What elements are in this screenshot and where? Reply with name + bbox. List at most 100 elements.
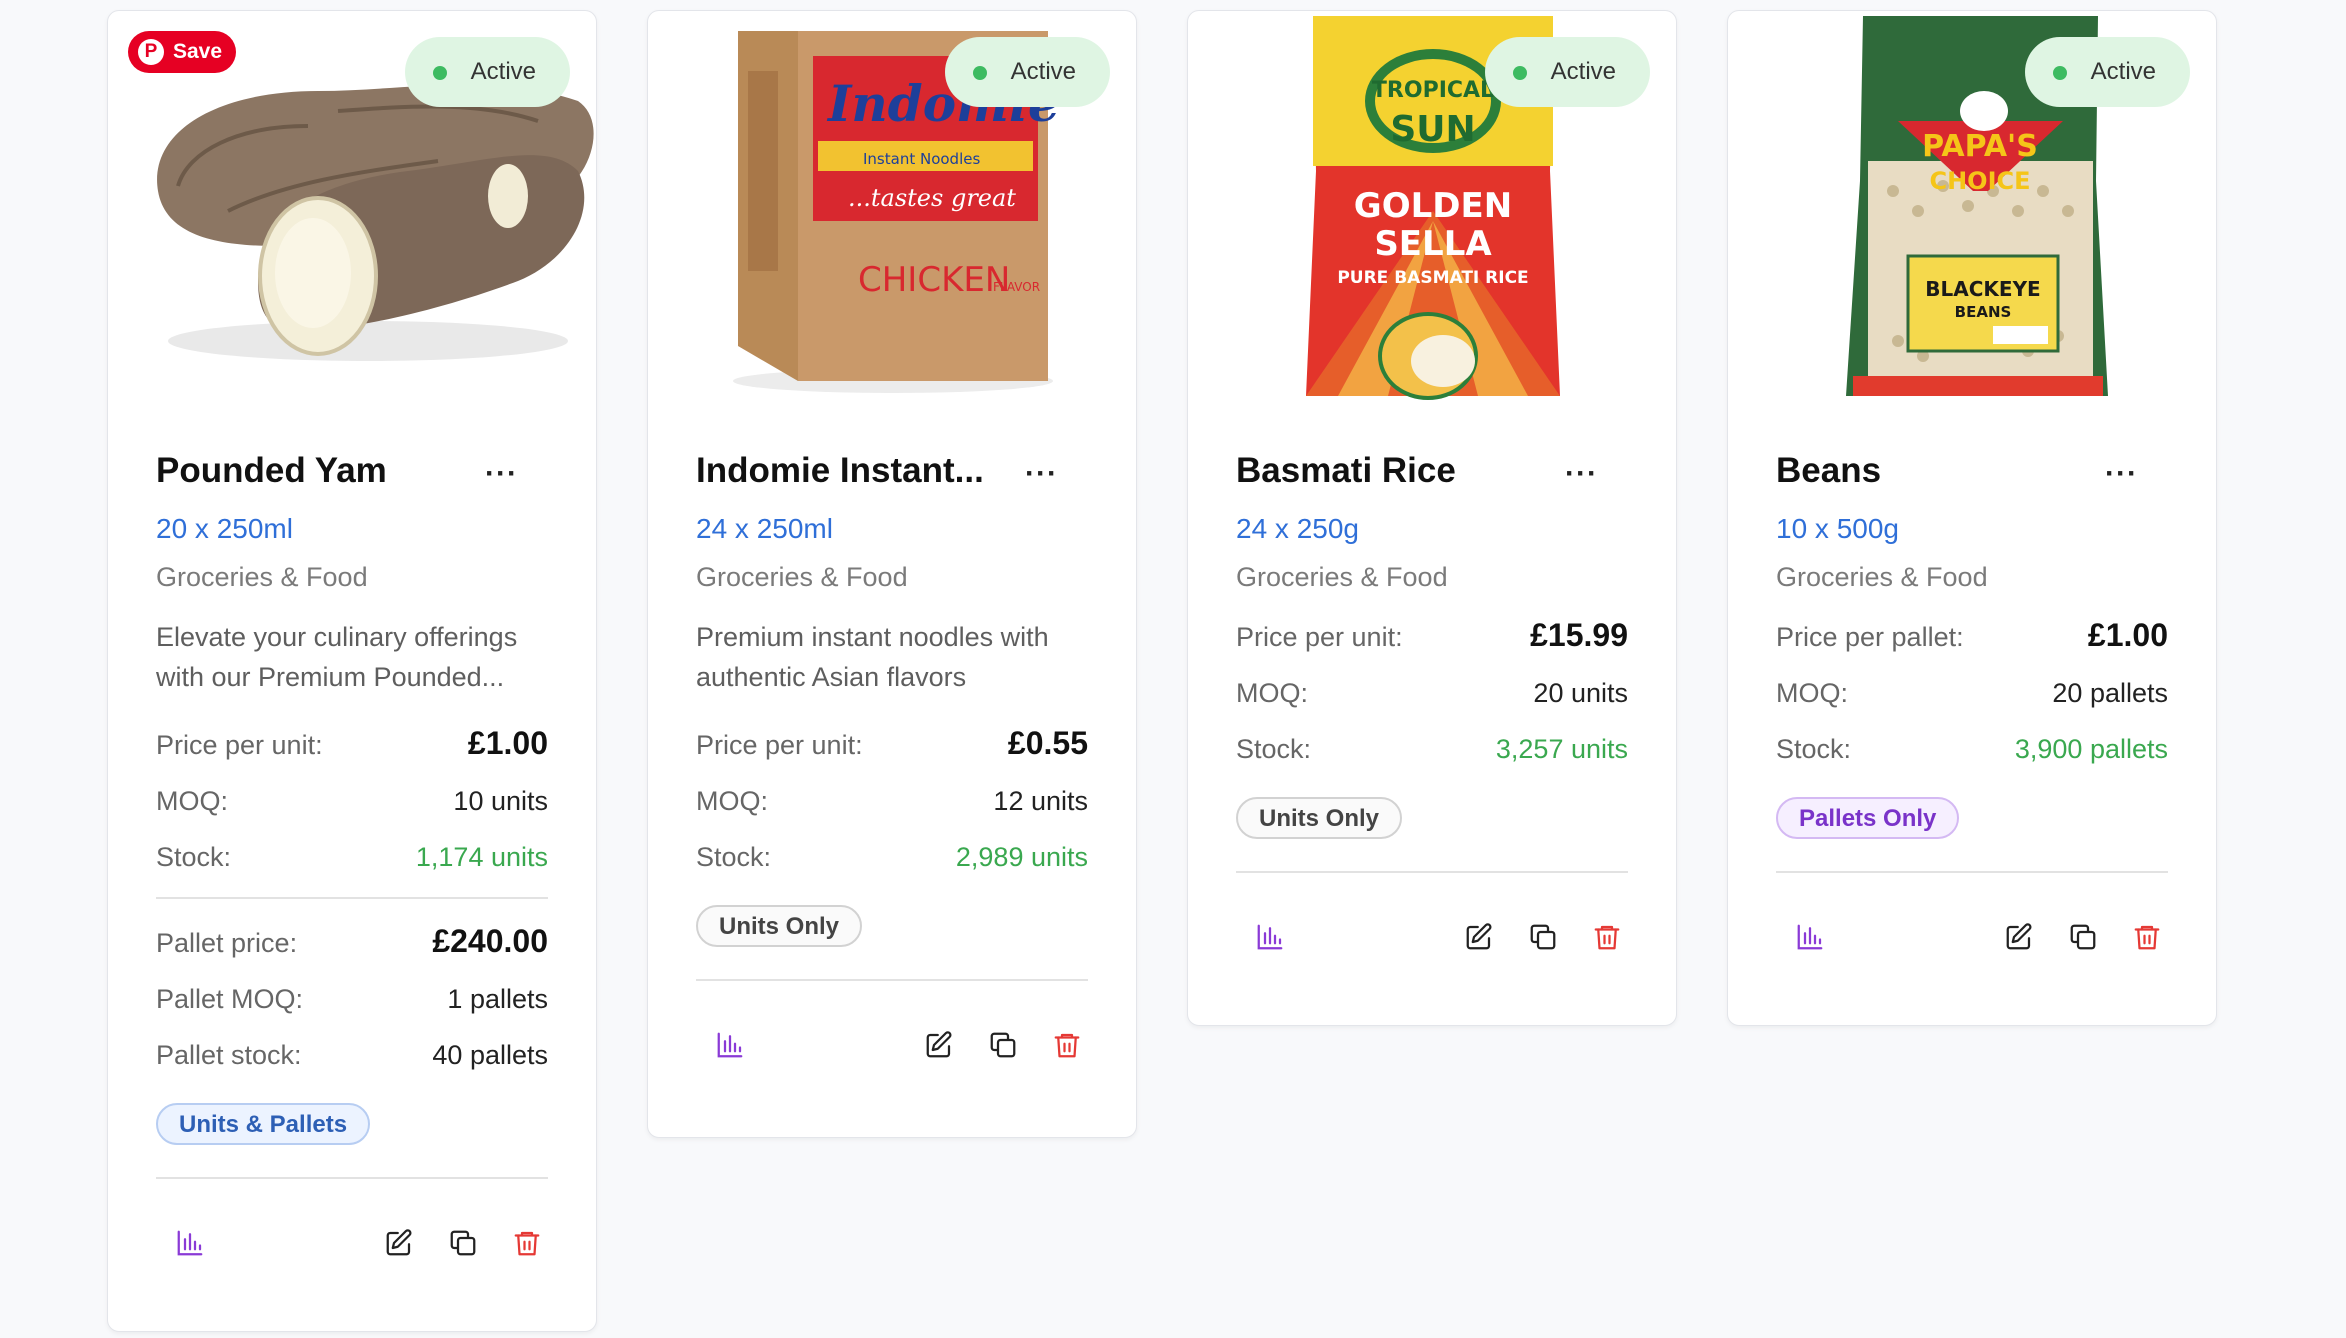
moq-value: 12 units — [993, 786, 1088, 816]
pinterest-icon: P — [138, 39, 164, 65]
bag-subtitle: PURE BASMATI RICE — [1337, 268, 1528, 288]
bag-title-1: GOLDEN — [1354, 186, 1512, 226]
bag-brand-top: TROPICAL — [1372, 78, 1494, 103]
product-card[interactable]: Indomie Instant Noodles ...tastes great … — [647, 10, 1137, 1138]
price-row: Price per pallet: £1.00 — [1776, 609, 2168, 665]
bar-chart-icon[interactable] — [168, 1221, 212, 1265]
stock-row: Stock: 2,989 units — [696, 829, 1088, 885]
edit-icon[interactable] — [917, 1023, 961, 1067]
stock-row: Stock: 3,257 units — [1236, 721, 1628, 777]
status-dot-icon — [432, 66, 447, 80]
trash-icon[interactable] — [1585, 915, 1629, 959]
product-card[interactable]: P Save Active Pounded Yam ··· 20 x 250ml… — [107, 10, 597, 1332]
pallet-stock-value: 40 pallets — [432, 1040, 548, 1070]
moq-row: MOQ: 20 pallets — [1776, 665, 2168, 721]
stock-label: Stock: — [696, 842, 772, 872]
card-actions — [696, 1023, 1088, 1083]
price-label: Price per unit: — [1236, 622, 1403, 652]
pack-size: 10 x 500g — [1776, 513, 1899, 544]
stock-label: Stock: — [156, 842, 232, 872]
moq-value: 20 units — [1533, 678, 1628, 708]
moq-row: MOQ: 10 units — [156, 773, 548, 829]
price-value: £0.55 — [1007, 725, 1088, 761]
trash-icon[interactable] — [505, 1221, 549, 1265]
trash-icon[interactable] — [1045, 1023, 1089, 1067]
save-label: Save — [173, 40, 223, 63]
duplicate-icon[interactable] — [981, 1023, 1025, 1067]
price-value: £15.99 — [1530, 617, 1628, 653]
box-flavor-small-text: FLAVOR — [993, 280, 1040, 294]
pallet-moq-label: Pallet MOQ: — [156, 984, 304, 1014]
duplicate-icon[interactable] — [2061, 915, 2105, 959]
description: Premium instant noodles with authentic A… — [696, 622, 1049, 692]
duplicate-icon[interactable] — [441, 1221, 485, 1265]
status-badge: Active — [2024, 37, 2190, 107]
product-card[interactable]: PAPA'S CHOICE BLACKEYE BEANS Active Bean… — [1727, 10, 2217, 1026]
box-subtitle-text: Instant Noodles — [863, 150, 980, 168]
sale-type-badge: Units Only — [1236, 797, 1403, 839]
price-label: Price per unit: — [696, 730, 863, 760]
trash-icon[interactable] — [2125, 915, 2169, 959]
category: Groceries & Food — [156, 562, 368, 592]
bag-title-1: BLACKEYE — [1925, 277, 2040, 301]
pallet-moq-value: 1 pallets — [447, 984, 548, 1014]
status-badge: Active — [404, 37, 570, 107]
stock-label: Stock: — [1776, 734, 1852, 764]
stock-value: 2,989 units — [955, 842, 1088, 872]
stock-value: 1,174 units — [415, 842, 548, 872]
price-row: Price per unit: £1.00 — [156, 717, 548, 773]
pack-size: 20 x 250ml — [156, 513, 293, 544]
bar-chart-icon[interactable] — [1248, 915, 1292, 959]
pallet-price-row: Pallet price: £240.00 — [156, 915, 548, 971]
stock-label: Stock: — [1236, 734, 1312, 764]
status-badge: Active — [1484, 37, 1650, 107]
pallet-price-label: Pallet price: — [156, 928, 298, 958]
pinterest-save-button[interactable]: P Save — [128, 31, 237, 73]
price-row: Price per unit: £0.55 — [696, 717, 1088, 773]
more-dots-icon[interactable]: ··· — [1025, 457, 1058, 491]
moq-value: 20 pallets — [2052, 678, 2168, 708]
pallet-stock-row: Pallet stock: 40 pallets — [156, 1027, 548, 1083]
status-label: Active — [1010, 58, 1076, 85]
status-dot-icon — [1512, 66, 1527, 80]
bag-brand-bottom: CHOICE — [1929, 167, 2030, 195]
edit-icon[interactable] — [1457, 915, 1501, 959]
bag-title-2: SELLA — [1374, 224, 1492, 264]
category: Groceries & Food — [696, 562, 908, 592]
moq-label: MOQ: — [156, 786, 228, 816]
moq-label: MOQ: — [1236, 678, 1308, 708]
edit-icon[interactable] — [377, 1221, 421, 1265]
status-dot-icon — [972, 66, 987, 80]
price-value: £1.00 — [2087, 617, 2168, 653]
bar-chart-icon[interactable] — [1788, 915, 1832, 959]
more-dots-icon[interactable]: ··· — [1565, 457, 1598, 491]
product-card[interactable]: TROPICAL SUN GOLDEN SELLA PURE BASMATI R… — [1187, 10, 1677, 1026]
price-row: Price per unit: £15.99 — [1236, 609, 1628, 665]
status-label: Active — [470, 58, 536, 85]
price-value: £1.00 — [467, 725, 548, 761]
bag-brand-top: PAPA'S — [1922, 129, 2038, 164]
moq-row: MOQ: 12 units — [696, 773, 1088, 829]
card-actions — [1776, 915, 2168, 975]
category: Groceries & Food — [1236, 562, 1448, 592]
edit-icon[interactable] — [1997, 915, 2041, 959]
sale-type-badge: Units Only — [696, 905, 863, 947]
more-dots-icon[interactable]: ··· — [2105, 457, 2138, 491]
description: Elevate your culinary offerings with our… — [156, 622, 518, 692]
box-tagline-text: ...tastes great — [848, 184, 1016, 212]
more-dots-icon[interactable]: ··· — [485, 457, 518, 491]
duplicate-icon[interactable] — [1521, 915, 1565, 959]
status-label: Active — [1550, 58, 1616, 85]
moq-label: MOQ: — [1776, 678, 1848, 708]
price-label: Price per unit: — [156, 730, 323, 760]
sale-type-badge: Units & Pallets — [156, 1103, 371, 1145]
pallet-price-value: £240.00 — [432, 923, 548, 959]
moq-value: 10 units — [453, 786, 548, 816]
sale-type-badge: Pallets Only — [1776, 797, 1960, 839]
card-actions — [1236, 915, 1628, 975]
pallet-moq-row: Pallet MOQ: 1 pallets — [156, 971, 548, 1027]
box-flavor-text: CHICKEN — [858, 260, 1010, 300]
bar-chart-icon[interactable] — [708, 1023, 752, 1067]
stock-value: 3,900 pallets — [2014, 734, 2168, 764]
pack-size: 24 x 250g — [1236, 513, 1359, 544]
